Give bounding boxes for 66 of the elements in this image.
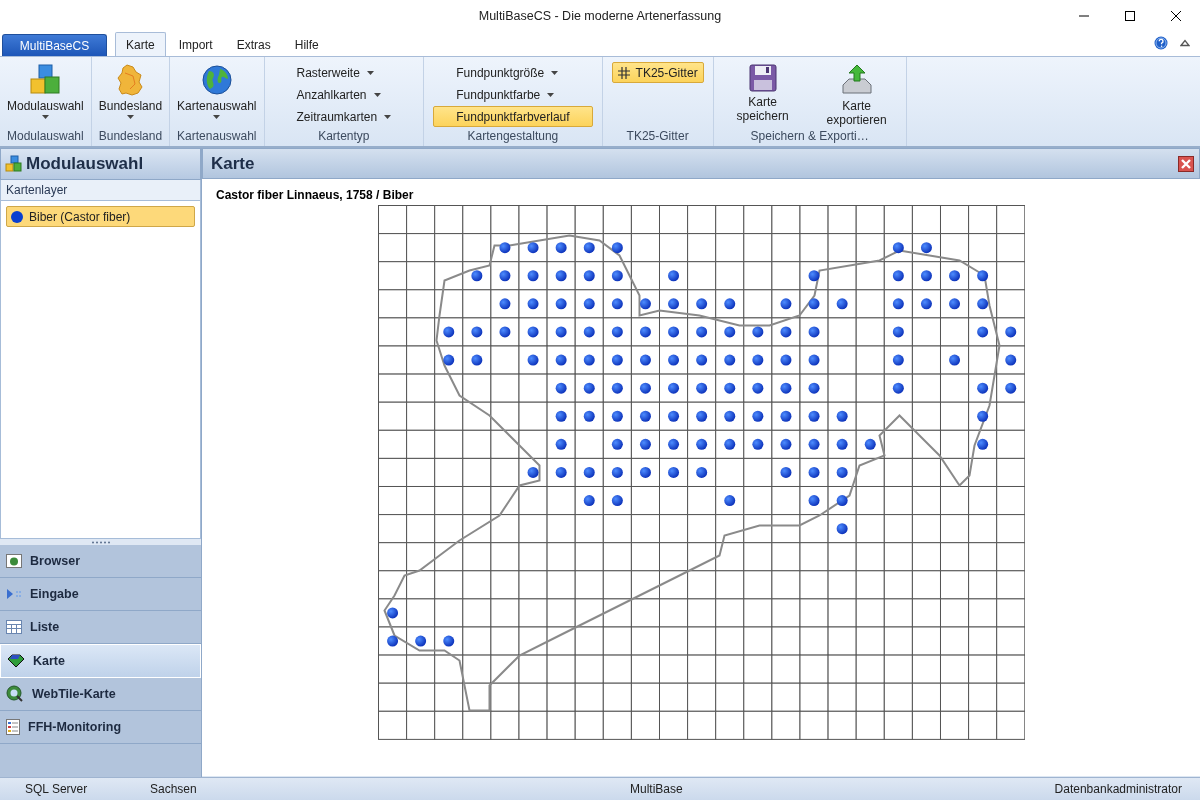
layer-label: Biber (Castor fiber) <box>29 209 131 224</box>
nav-item[interactable]: Karte <box>0 644 201 678</box>
caret-icon <box>384 114 392 119</box>
ribbon-tab[interactable]: Karte <box>115 32 166 56</box>
map-title: Castor fiber Linnaeus, 1758 / Biber <box>216 188 414 202</box>
caret-icon <box>41 115 49 119</box>
ribbon-button[interactable]: Bundesland <box>94 60 167 128</box>
close-icon[interactable] <box>1178 155 1194 172</box>
ribbon-button[interactable]: Karte speichern <box>716 60 809 128</box>
ribbon-tab[interactable]: Extras <box>225 32 282 56</box>
table-icon <box>6 620 22 634</box>
grid-icon <box>617 66 630 79</box>
group-label: Kartenauswahl <box>176 128 258 145</box>
app-menu-button[interactable]: MultiBaseCS <box>2 34 107 56</box>
caret-icon <box>551 70 559 75</box>
dropdown-button[interactable]: Anzahlkarten <box>273 84 404 105</box>
splitter-handle[interactable] <box>90 540 111 544</box>
layer-item[interactable]: Biber (Castor fiber) <box>6 206 195 227</box>
checklist-icon <box>6 719 20 735</box>
ribbon-button[interactable]: Kartenauswahl <box>173 60 261 128</box>
group-label: Kartentyp <box>317 128 371 145</box>
globe-icon <box>199 63 234 97</box>
globe-search-icon <box>6 685 24 703</box>
status-text: Sachsen <box>150 782 198 796</box>
nav-item[interactable]: WebTile-Karte <box>0 678 201 711</box>
ribbon-button[interactable]: Modulauswahl <box>3 60 88 128</box>
nav-item[interactable]: Browser <box>0 545 201 578</box>
group-label: Kartengestaltung <box>466 128 560 145</box>
caret-icon <box>126 115 134 119</box>
dropdown-button[interactable]: Rasterweite <box>273 62 397 83</box>
cubes-icon <box>5 155 23 173</box>
section-label: Kartenlayer <box>6 183 68 197</box>
cubes-icon <box>28 63 63 97</box>
close-icon[interactable] <box>1170 10 1182 22</box>
caret-icon <box>373 92 381 97</box>
window-title: MultiBaseCS - Die moderne Artenerfassung <box>478 9 722 23</box>
caret-icon <box>213 115 221 119</box>
export-icon <box>839 63 874 97</box>
browser-icon <box>6 554 22 568</box>
maximize-icon[interactable] <box>1124 10 1136 22</box>
group-label: Modulauswahl <box>6 128 85 145</box>
collapse-ribbon-icon[interactable] <box>1180 39 1190 47</box>
status-text: SQL Server <box>24 782 89 796</box>
ribbon-button[interactable]: Karte exportieren <box>810 60 903 128</box>
nav-item[interactable]: FFH-Monitoring <box>0 711 201 744</box>
sidebar-title: Modulauswahl <box>26 154 144 174</box>
ribbon-tab[interactable]: Hilfe <box>283 32 330 56</box>
help-icon[interactable] <box>1154 36 1168 50</box>
toggle-button[interactable]: Fundpunktfarbverlauf <box>433 106 593 127</box>
group-label: TK25-Gitter <box>625 128 690 145</box>
diamond-icon <box>7 654 25 668</box>
nav-item[interactable]: Eingabe <box>0 578 201 611</box>
status-text: MultiBase <box>630 782 684 796</box>
dropdown-button[interactable]: Fundpunktfarbe <box>433 84 578 105</box>
dropdown-button[interactable]: Fundpunktgröße <box>433 62 582 83</box>
panel-title: Karte <box>211 153 255 174</box>
toggle-button[interactable]: TK25-Gitter <box>611 62 704 83</box>
group-label: Bundesland <box>97 128 164 145</box>
group-label: Speichern & Exporti… <box>749 128 870 145</box>
ribbon-tab[interactable]: Import <box>167 32 224 56</box>
status-text: Datenbankadministrator <box>1054 782 1183 796</box>
play-icon <box>6 588 22 600</box>
dropdown-button[interactable]: Zeitraumkarten <box>273 106 415 127</box>
caret-icon <box>547 92 555 97</box>
save-icon <box>747 63 778 93</box>
caret-icon <box>366 70 374 75</box>
